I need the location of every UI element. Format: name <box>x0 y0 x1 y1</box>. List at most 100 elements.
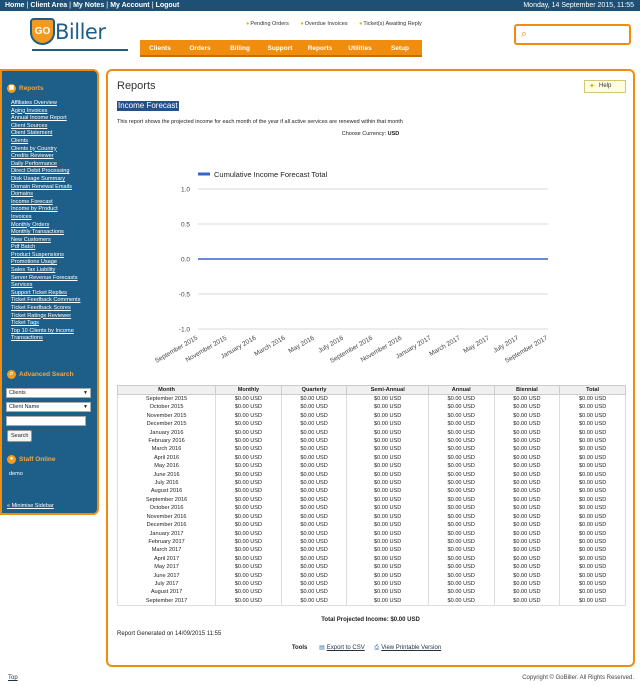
table-cell: $0.00 USD <box>215 453 282 463</box>
intelligent-search-input[interactable]: ⌕ <box>514 24 631 45</box>
search-field-select[interactable]: Client Name ▼ <box>6 402 91 412</box>
table-cell: $0.00 USD <box>280 571 348 580</box>
table-cell: $0.00 USD <box>280 453 348 463</box>
sidebar-report-link[interactable]: Promotions Usage <box>11 259 99 267</box>
logo-shield-icon: GO <box>30 18 55 45</box>
table-cell: $0.00 USD <box>215 470 282 480</box>
logo-swoosh <box>32 49 128 51</box>
sidebar-report-link[interactable]: Transactions <box>11 335 99 343</box>
table-cell: $0.00 USD <box>346 437 429 446</box>
sidebar-report-link[interactable]: Credits Reviewer <box>11 153 99 161</box>
sidebar-report-link[interactable]: Ticket Tags <box>11 320 99 328</box>
sidebar-report-link[interactable]: Income Forecast <box>11 199 99 207</box>
table-cell: $0.00 USD <box>280 504 348 513</box>
topbar-link-my-account[interactable]: My Account <box>110 2 149 9</box>
table-cell: $0.00 USD <box>346 596 429 607</box>
sidebar-report-link[interactable]: Domains <box>11 191 99 199</box>
table-cell: $0.00 USD <box>493 445 561 454</box>
search-type-select[interactable]: Clients ▼ <box>6 388 91 398</box>
nav-clients[interactable]: Clients <box>140 40 180 57</box>
topbar-link-client-area[interactable]: Client Area <box>30 2 67 9</box>
sidebar-report-link[interactable]: Client Statement <box>11 130 99 138</box>
help-button[interactable]: ✦ Help <box>584 80 626 93</box>
sidebar-report-link[interactable]: Services <box>11 282 99 290</box>
table-cell: $0.00 USD <box>559 563 626 572</box>
table-cell: $0.00 USD <box>427 462 495 471</box>
sidebar-report-link[interactable]: Ticket Feedback Scores <box>11 305 99 313</box>
search-button[interactable]: Search <box>7 430 33 442</box>
sidebar-report-link[interactable]: Invoices <box>11 214 99 222</box>
currency-usd[interactable]: USD <box>388 131 400 137</box>
table-cell: $0.00 USD <box>215 512 282 522</box>
sidebar-report-link[interactable]: Top 10 Clients by Income <box>11 328 99 336</box>
nav-reports[interactable]: Reports <box>300 40 340 57</box>
table-cell: $0.00 USD <box>427 596 495 607</box>
topbar-link-home[interactable]: Home <box>5 2 24 9</box>
topbar-link-logout[interactable]: Logout <box>156 2 180 9</box>
table-cell: $0.00 USD <box>346 521 429 530</box>
alert-overdue-invoices[interactable]: ●Overdue Invoices <box>300 21 352 27</box>
nav-utilities[interactable]: Utilities <box>340 40 380 57</box>
alert-tickets-awaiting[interactable]: ●Ticket(s) Awaiting Reply <box>359 21 427 27</box>
alert-pending-orders[interactable]: ●Pending Orders <box>246 21 294 27</box>
sidebar-report-link[interactable]: Client Sources <box>11 123 99 131</box>
nav-setup[interactable]: Setup <box>380 40 420 57</box>
table-cell: $0.00 USD <box>215 563 282 572</box>
topbar-link-my-notes[interactable]: My Notes <box>73 2 104 9</box>
sidebar-report-link[interactable]: Daily Performance <box>11 161 99 169</box>
sidebar-report-link[interactable]: Monthly Transactions <box>11 229 99 237</box>
table-cell: $0.00 USD <box>559 579 626 589</box>
sidebar-report-link[interactable]: Ticket Feedback Comments <box>11 297 99 305</box>
sidebar-report-link[interactable]: Disk Usage Summary <box>11 176 99 184</box>
table-cell: May 2017 <box>116 563 217 572</box>
nav-support[interactable]: Support <box>260 40 300 57</box>
sidebar-report-link[interactable]: Direct Debit Processing <box>11 168 99 176</box>
sidebar-report-link[interactable]: Aging Invoices <box>11 108 99 116</box>
table-cell: $0.00 USD <box>346 546 429 555</box>
table-cell: $0.00 USD <box>346 537 429 547</box>
sidebar-report-link[interactable]: Server Revenue Forecasts <box>11 275 99 283</box>
sidebar-report-link[interactable]: Clients by Country <box>11 146 99 154</box>
table-cell: $0.00 USD <box>493 495 561 505</box>
table-cell: $0.00 USD <box>280 529 348 538</box>
chevron-down-icon: ▼ <box>83 390 88 396</box>
table-cell: $0.00 USD <box>346 462 429 471</box>
sidebar-report-link[interactable]: Pdf Batch <box>11 244 99 252</box>
table-cell: $0.00 USD <box>427 428 495 438</box>
table-cell: $0.00 USD <box>493 579 561 589</box>
sidebar-report-link[interactable]: Annual Income Report <box>11 115 99 123</box>
table-cell: October 2016 <box>116 504 217 513</box>
sidebar-report-link[interactable]: Income by Product <box>11 206 99 214</box>
export-csv-link[interactable]: Export to CSV <box>327 645 365 651</box>
table-cell: $0.00 USD <box>215 420 282 429</box>
sidebar-report-link[interactable]: Affiliates Overview <box>11 100 99 108</box>
table-cell: $0.00 USD <box>346 571 429 580</box>
minimise-sidebar-link[interactable]: « Minimise Sidebar <box>7 503 54 509</box>
sidebar-report-link[interactable]: Sales Tax Liability <box>11 267 99 275</box>
sidebar-report-link[interactable]: Domain Renewal Emails <box>11 184 99 192</box>
table-cell: $0.00 USD <box>559 462 626 471</box>
sidebar-report-link[interactable]: Ticket Ratings Reviewer <box>11 313 99 321</box>
table-row: February 2017 $0.00 USD $0.00 USD $0.00 USD… <box>116 537 626 547</box>
search-text-input[interactable] <box>6 416 86 426</box>
back-to-top-link[interactable]: Top <box>8 671 18 686</box>
table-cell: $0.00 USD <box>280 445 348 454</box>
reports-icon: ▣ <box>7 84 16 93</box>
gobiller-logo[interactable]: GO Biller <box>30 16 130 56</box>
table-cell: September 2015 <box>116 394 217 404</box>
staff-icon: ● <box>7 455 16 464</box>
logo-wordmark: Biller <box>55 20 106 44</box>
sidebar-report-link[interactable]: Monthly Orders <box>11 222 99 230</box>
table-cell: $0.00 USD <box>493 571 561 580</box>
nav-orders[interactable]: Orders <box>180 40 220 57</box>
sidebar-report-link[interactable]: New Customers <box>11 237 99 245</box>
printable-version-link[interactable]: View Printable Version <box>381 645 441 651</box>
sidebar-report-link[interactable]: Clients <box>11 138 99 146</box>
table-row: December 2016 $0.00 USD $0.00 USD $0.00 USD… <box>116 521 626 530</box>
table-cell: $0.00 USD <box>280 596 348 607</box>
table-cell: $0.00 USD <box>493 546 561 555</box>
sidebar-report-link[interactable]: Product Suspensions <box>11 252 99 260</box>
nav-billing[interactable]: Billing <box>220 40 260 57</box>
table-cell: $0.00 USD <box>493 504 561 513</box>
sidebar-report-link[interactable]: Support Ticket Replies <box>11 290 99 298</box>
